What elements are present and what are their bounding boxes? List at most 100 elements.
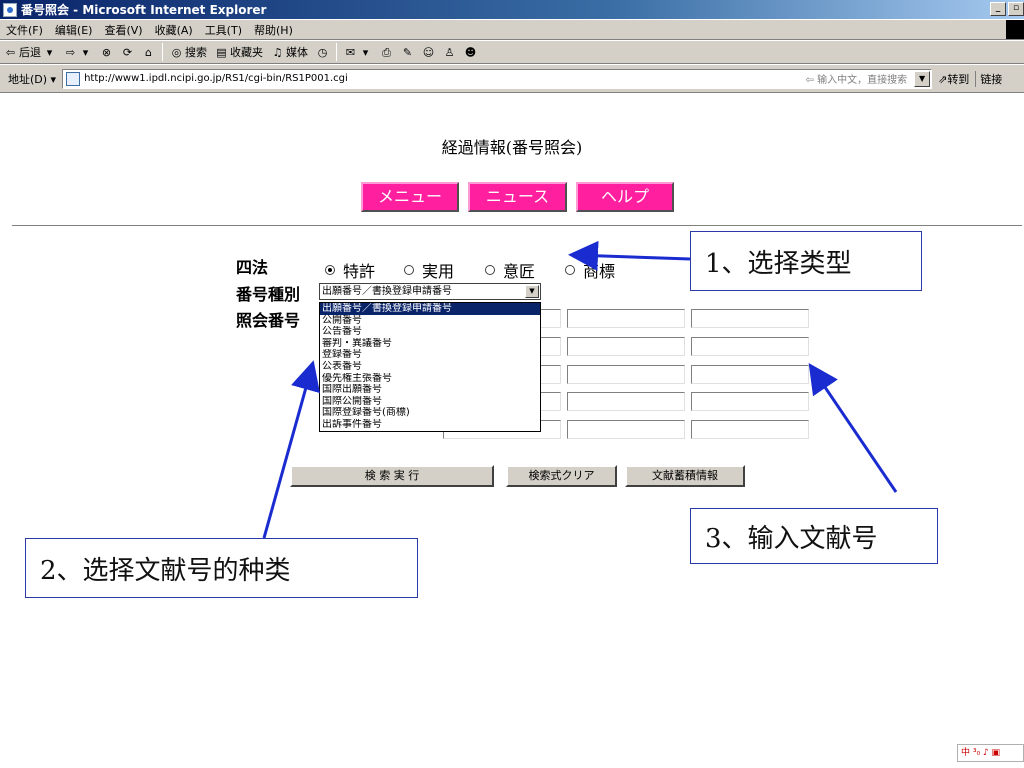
media-button[interactable]: ♫ 媒体 [267, 44, 312, 60]
callout-step1: 1、选择类型 [690, 231, 922, 291]
menu-file[interactable]: 文件(F) [0, 22, 49, 38]
dropdown-option[interactable]: 国際公開番号 [320, 396, 540, 408]
dropdown-option[interactable]: 公告番号 [320, 326, 540, 338]
media-label: 媒体 [286, 46, 308, 59]
callout-step2: 2、选择文献号的种类 [25, 538, 418, 598]
stop-icon: ⊗ [101, 45, 112, 59]
dropdown-option[interactable]: 出願番号／書換登録申請番号 [320, 303, 540, 315]
query-input[interactable] [691, 365, 809, 384]
refresh-button[interactable]: ⟳ [117, 46, 138, 59]
query-input[interactable] [567, 365, 685, 384]
search-hint: ⇦ 输入中文，直接搜索 [805, 75, 908, 86]
menu-edit[interactable]: 编辑(E) [49, 22, 99, 38]
query-label: 照会番号 [236, 311, 301, 330]
restore-button[interactable]: ▫ [1008, 2, 1024, 16]
radio-label: 実用 [422, 262, 455, 281]
menu-bar: 文件(F) 编辑(E) 查看(V) 收藏(A) 工具(T) 帮助(H) [0, 19, 1024, 40]
page-title: 経過情報(番号照会) [441, 138, 583, 157]
query-input[interactable] [567, 337, 685, 356]
document-info-button[interactable]: 文献蓄積情報 [625, 465, 745, 487]
menu-view[interactable]: 查看(V) [98, 22, 148, 38]
edit-icon: ✎ [402, 45, 413, 59]
title-bar: 番号照会 - Microsoft Internet Explorer _ ▫ [0, 0, 1024, 19]
news-nav-button[interactable]: ニュース [468, 182, 567, 212]
dropdown-option[interactable]: 優先権主張番号 [320, 373, 540, 385]
search-execute-button[interactable]: 検 索 実 行 [290, 465, 494, 487]
go-button[interactable]: ⇗转到 [932, 71, 975, 87]
menu-nav-button[interactable]: メニュー [361, 182, 459, 212]
query-input[interactable] [691, 392, 809, 411]
chevron-down-icon: ▾ [82, 45, 89, 59]
minimize-button[interactable]: _ [990, 2, 1006, 16]
favorites-label: 收藏夹 [230, 46, 263, 59]
mail-icon: ✉ [345, 45, 356, 59]
dropdown-option[interactable]: 国際出願番号 [320, 384, 540, 396]
discuss-button[interactable]: ☺ [418, 46, 439, 59]
back-arrow-icon: ⇦ [5, 45, 16, 59]
search-icon: ◎ [171, 45, 182, 59]
number-type-select[interactable]: 出願番号／書換登録申請番号 ▼ [319, 283, 541, 300]
edit-button[interactable]: ✎ [397, 46, 418, 59]
query-input[interactable] [567, 309, 685, 328]
links-button[interactable]: 链接 [975, 70, 1006, 87]
ime-toolbar[interactable]: 中 ³₀ ♪ ▣ [957, 744, 1024, 762]
favorites-button[interactable]: ▤ 收藏夹 [211, 44, 267, 60]
law-label: 四法 [236, 258, 269, 277]
address-dropdown[interactable]: ▼ [914, 70, 931, 87]
radio-dot [485, 265, 495, 275]
menu-help[interactable]: 帮助(H) [248, 22, 299, 38]
back-button[interactable]: ⇦ 后退 ▾ [0, 44, 60, 60]
chevron-down-icon: ▾ [362, 45, 369, 59]
chevron-down-icon[interactable]: ▼ [525, 285, 539, 298]
address-url: http://www1.ipdl.ncipi.go.jp/RS1/cgi-bin… [84, 73, 348, 84]
toolbar-separator [336, 43, 337, 61]
history-button[interactable]: ◷ [312, 46, 333, 59]
arrow-step2 [262, 360, 320, 539]
menu-tools[interactable]: 工具(T) [199, 22, 248, 38]
radio-utility[interactable]: 実用 [404, 258, 454, 282]
dropdown-option[interactable]: 審判・異議番号 [320, 338, 540, 350]
select-value: 出願番号／書換登録申請番号 [322, 286, 452, 297]
dropdown-option[interactable]: 公開番号 [320, 315, 540, 327]
messenger-button[interactable]: ♙ [439, 46, 460, 59]
address-label: 地址(D) ▾ [8, 72, 57, 86]
help-nav-button[interactable]: ヘルプ [576, 182, 674, 212]
discuss-icon: ☺ [422, 45, 435, 59]
forward-arrow-icon: ⇨ [65, 45, 76, 59]
radio-patent[interactable]: 特許 [325, 258, 375, 282]
print-icon: ⎙ [382, 45, 391, 59]
query-input[interactable] [691, 337, 809, 356]
forward-button[interactable]: ⇨ ▾ [60, 46, 96, 59]
refresh-icon: ⟳ [122, 45, 133, 59]
radio-label: 特許 [343, 262, 376, 281]
radio-dot [565, 265, 575, 275]
query-input[interactable] [567, 392, 685, 411]
menu-favorites[interactable]: 收藏(A) [149, 22, 199, 38]
page-content: 経過情報(番号照会) メニュー ニュース ヘルプ 四法 特許 実用 意匠 商標 … [0, 94, 1024, 768]
search-label: 搜索 [185, 46, 207, 59]
messenger-icon: ♙ [444, 45, 455, 59]
page-icon [66, 71, 81, 86]
radio-design[interactable]: 意匠 [485, 258, 535, 282]
dropdown-option[interactable]: 登録番号 [320, 349, 540, 361]
windows-logo [1006, 20, 1024, 39]
mail-button[interactable]: ✉ ▾ [340, 46, 376, 59]
search-button[interactable]: ◎ 搜索 [166, 44, 211, 60]
stop-button[interactable]: ⊗ [96, 46, 117, 59]
radio-dot [404, 265, 414, 275]
radio-trademark[interactable]: 商標 [565, 258, 615, 282]
address-input[interactable]: http://www1.ipdl.ncipi.go.jp/RS1/cgi-bin… [62, 68, 933, 89]
dropdown-option[interactable]: 公表番号 [320, 361, 540, 373]
toolbar-separator [162, 43, 163, 61]
back-label: 后退 [19, 46, 41, 59]
dropdown-option[interactable]: 国際登録番号(商標) [320, 407, 540, 419]
query-input[interactable] [691, 309, 809, 328]
query-input[interactable] [691, 420, 809, 439]
print-button[interactable]: ⎙ [376, 46, 397, 59]
callout-step3: 3、输入文献号 [690, 508, 938, 564]
dropdown-option[interactable]: 出訴事件番号 [320, 419, 540, 431]
query-input[interactable] [567, 420, 685, 439]
clear-query-button[interactable]: 検索式クリア [506, 465, 617, 487]
extra-button[interactable]: ☻ [460, 46, 481, 59]
home-button[interactable]: ⌂ [138, 46, 159, 59]
